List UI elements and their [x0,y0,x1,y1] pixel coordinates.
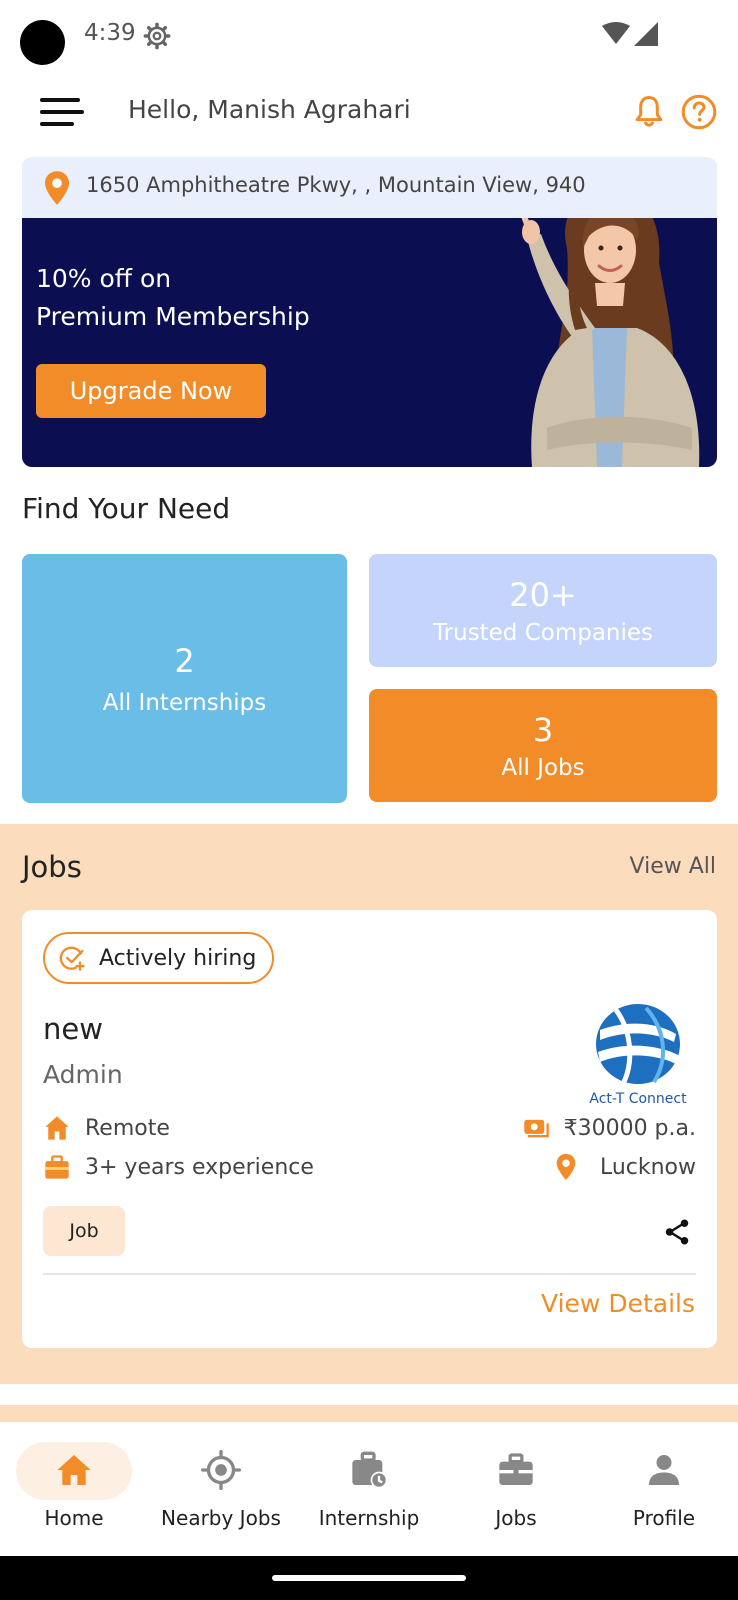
nav-label-internship: Internship [318,1506,420,1530]
jobs-heading: Jobs [22,850,82,884]
location-address: 1650 Amphitheatre Pkwy, , Mountain View,… [86,173,586,197]
job-location-text: Lucknow [599,1154,696,1180]
money-icon [523,1119,549,1138]
salary: ₹30000 p.a. [522,1114,696,1142]
experience: 3+ years experience [43,1153,314,1181]
card-divider [43,1273,696,1275]
house-icon [45,1116,69,1140]
location-target-icon [201,1450,241,1490]
app-header: Hello, Manish Agrahari [0,78,738,148]
system-gesture-bar [0,1556,738,1600]
briefcase-clock-icon [352,1451,388,1489]
actively-hiring-badge: Actively hiring [43,932,275,984]
jobs-count: 3 [532,710,554,749]
menu-icon-line [40,98,80,102]
company-logo: Act-T Connect [589,1004,687,1107]
greeting-text: Hello, Manish Agrahari [128,95,411,124]
nav-label-nearby-jobs: Nearby Jobs [161,1506,281,1530]
banner-line-1: 10% off on [36,264,172,293]
status-time: 4:39 [84,20,136,46]
find-your-need-heading: Find Your Need [22,492,231,525]
home-icon [57,1455,91,1485]
nav-label-jobs: Jobs [495,1506,537,1530]
menu-icon-line [40,110,84,114]
company-logo-text: Act-T Connect [589,1091,687,1107]
nav-label-home: Home [44,1506,104,1530]
nav-internship[interactable]: Internship [295,1422,443,1556]
nav-profile[interactable]: Profile [590,1422,738,1556]
nav-nearby-jobs[interactable]: Nearby Jobs [147,1422,295,1556]
promo-banner[interactable]: 10% off on Premium Membership Upgrade No… [22,218,717,467]
all-jobs-tile[interactable]: 3 All Jobs [369,689,717,802]
job-location: Lucknow [552,1153,696,1181]
work-mode: Remote [43,1114,170,1142]
location-pin-icon [556,1153,576,1181]
location-bar[interactable]: 1650 Amphitheatre Pkwy, , Mountain View,… [22,157,717,219]
bottom-navigation: Home Nearby Jobs Internship Jobs Profile [0,1422,738,1556]
companies-label: Trusted Companies [432,619,654,646]
promo-woman-image [517,218,700,467]
signal-wifi-icon [602,22,658,46]
menu-icon-line [40,122,74,126]
person-icon [649,1455,679,1485]
nav-home[interactable]: Home [0,1422,148,1556]
briefcase-icon [45,1155,69,1179]
status-bar: 4:39 [0,0,738,72]
actively-hiring-text: Actively hiring [99,945,257,971]
internships-label: All Internships [102,689,267,716]
upgrade-now-button[interactable]: Upgrade Now [36,364,266,418]
experience-text: 3+ years experience [85,1154,314,1180]
nav-label-profile: Profile [632,1506,696,1530]
notification-bell-icon[interactable] [632,94,666,130]
companies-count: 20+ [509,575,577,614]
job-card[interactable]: Actively hiring new Admin Act-T Connect … [22,910,717,1348]
share-icon[interactable] [662,1216,692,1248]
home-gesture-handle[interactable] [272,1575,466,1581]
view-all-link[interactable]: View All [630,854,716,879]
job-type-chip: Job [43,1206,125,1256]
job-title: new [43,1012,103,1046]
jobs-label: All Jobs [501,754,585,781]
jobs-section: Jobs View All Actively hiring new Admin … [0,824,738,1384]
camera-cutout [20,20,65,65]
work-mode-text: Remote [85,1115,170,1141]
hiring-check-icon [59,946,85,971]
all-internships-tile[interactable]: 2 All Internships [22,554,347,803]
salary-text: ₹30000 p.a. [563,1115,696,1141]
job-role: Admin [43,1060,123,1089]
trusted-companies-tile[interactable]: 20+ Trusted Companies [369,554,717,667]
location-pin-icon [45,171,69,205]
help-question-icon[interactable] [681,94,717,130]
settings-gear-icon [143,22,171,50]
briefcase-icon [499,1453,533,1485]
menu-button[interactable] [40,96,86,130]
internships-count: 2 [174,641,195,680]
view-details-link[interactable]: View Details [541,1289,695,1318]
nav-jobs[interactable]: Jobs [442,1422,590,1556]
banner-line-2: Premium Membership [36,302,310,331]
